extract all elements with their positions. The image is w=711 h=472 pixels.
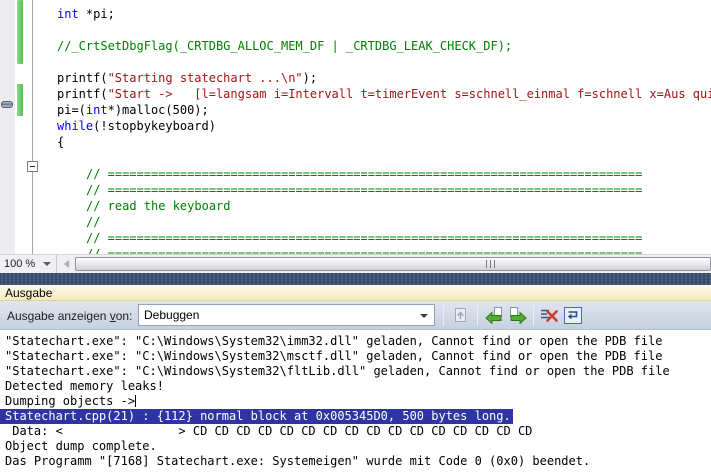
code-line[interactable] [0,150,711,166]
arrow-left-icon [64,260,69,268]
editor-statusbar: 100 % [0,254,711,273]
output-line[interactable]: "Statechart.exe": "C:\Windows\System32\i… [0,334,711,349]
code-line[interactable]: printf("Starting statechart ...\n"); [0,70,711,86]
clear-all-icon [540,306,558,324]
chevron-down-icon [420,314,428,318]
output-line[interactable]: Data: < > CD CD CD CD CD CD CD CD CD CD … [0,424,711,439]
goto-source-button[interactable] [449,304,471,326]
toolbar-separator [477,305,478,326]
show-output-from-label: Ausgabe anzeigen von: [7,301,132,330]
text-cursor [135,395,136,407]
horizontal-scrollbar-thumb[interactable] [75,257,711,271]
chevron-down-icon [43,262,51,266]
next-message-icon [509,306,527,324]
window-background-strip [0,273,711,285]
code-line[interactable]: pi=(int*)malloc(500); [0,102,711,118]
toolbar-separator [443,305,444,326]
vs-ide-window: int *pi; //_CrtSetDbgFlag(_CRTDBG_ALLOC_M… [0,0,711,472]
output-line[interactable]: Detected memory leaks! [0,379,711,394]
code-line[interactable]: // =====================================… [0,246,711,254]
code-line[interactable]: //_CrtSetDbgFlag(_CRTDBG_ALLOC_MEM_DF | … [0,38,711,54]
toolbar-separator [533,305,534,326]
editor-zoom-select[interactable]: 100 % [0,255,57,273]
panel-title: Ausgabe [5,286,52,300]
code-line[interactable] [0,22,711,38]
zoom-level-value: 100 % [4,258,35,270]
code-line[interactable]: // =====================================… [0,182,711,198]
output-console[interactable]: "Statechart.exe": "C:\Windows\System32\i… [0,330,711,472]
scroll-left-button[interactable] [58,255,74,273]
show-output-from-select[interactable]: Debuggen [138,304,435,326]
output-line[interactable]: "Statechart.exe": "C:\Windows\System32\f… [0,364,711,379]
code-line[interactable]: // =====================================… [0,230,711,246]
clear-all-button[interactable] [538,304,560,326]
code-line[interactable]: // read the keyboard [0,198,711,214]
output-line[interactable]: "Statechart.exe": "C:\Windows\System32\m… [0,349,711,364]
word-wrap-toggle-button[interactable] [562,304,584,326]
scrollbar-grip-icon [486,260,497,268]
code-lines: int *pi; //_CrtSetDbgFlag(_CRTDBG_ALLOC_M… [0,6,711,254]
output-toolbar: Ausgabe anzeigen von: Debuggen [0,301,711,330]
code-line[interactable]: // [0,214,711,230]
code-line[interactable] [0,54,711,70]
code-line[interactable]: // =====================================… [0,166,711,182]
goto-source-icon [452,307,469,324]
output-panel-header[interactable]: Ausgabe [0,285,711,301]
word-wrap-icon [564,307,582,324]
code-line[interactable]: printf("Start -> [l=langsam i=Intervall … [0,86,711,102]
output-line[interactable]: Object dump complete. [0,439,711,454]
output-line[interactable]: Das Programm "[7168] Statechart.exe: Sys… [0,454,711,469]
combo-value: Debuggen [144,308,199,322]
code-line[interactable]: int *pi; [0,6,711,22]
code-editor[interactable]: int *pi; //_CrtSetDbgFlag(_CRTDBG_ALLOC_M… [0,0,711,254]
previous-message-icon [485,306,503,324]
output-line[interactable]: Dumping objects -> [0,394,711,409]
previous-message-button[interactable] [483,304,505,326]
next-message-button[interactable] [507,304,529,326]
code-line[interactable]: { [0,134,711,150]
output-line-selected[interactable]: Statechart.cpp(21) : {112} normal block … [0,409,711,424]
code-line[interactable]: while(!stopbykeyboard) [0,118,711,134]
